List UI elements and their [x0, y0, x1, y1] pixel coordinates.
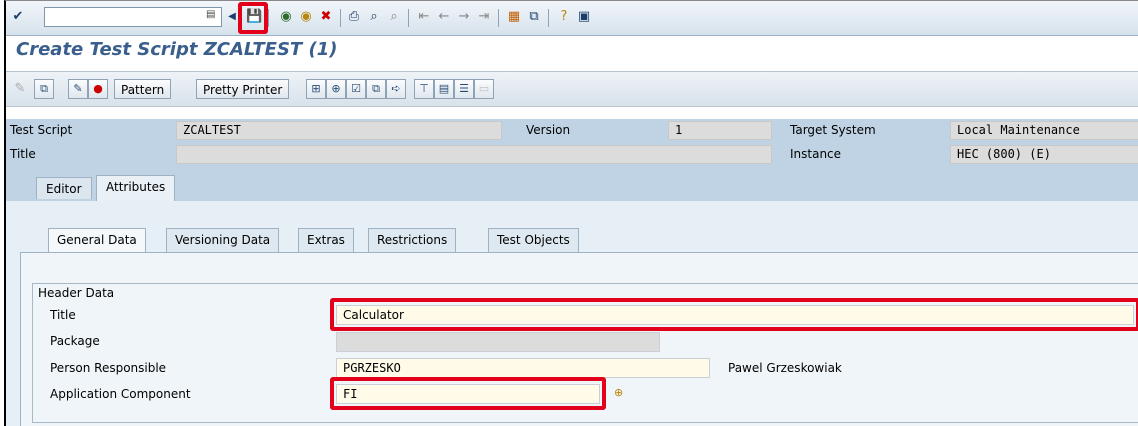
- insert-icon[interactable]: ⊞: [306, 79, 326, 99]
- tab-general-data[interactable]: General Data: [48, 228, 146, 252]
- list-icon[interactable]: ☰: [454, 79, 474, 99]
- component-highlight: [330, 377, 606, 410]
- title-highlight: [330, 298, 1138, 331]
- separator: [548, 9, 549, 27]
- hd-package-label: Package: [50, 334, 100, 348]
- test-script-field: ZCALTEST: [176, 121, 502, 140]
- execute-icon[interactable]: ⊕: [326, 79, 346, 99]
- separator: [408, 9, 409, 27]
- hd-person-label: Person Responsible: [50, 361, 167, 375]
- hd-title-label: Title: [50, 308, 76, 322]
- tab-versioning-data[interactable]: Versioning Data: [166, 228, 280, 252]
- hd-package-field: [336, 332, 660, 352]
- back-icon[interactable]: ◉: [278, 9, 294, 25]
- header-data-heading: Header Data: [38, 286, 115, 300]
- display-change-icon[interactable]: ✎: [12, 81, 28, 97]
- tab-editor[interactable]: Editor: [36, 177, 92, 199]
- separator: [268, 9, 269, 27]
- table-icon[interactable]: ▤: [434, 79, 454, 99]
- version-label: Version: [526, 123, 571, 137]
- value-help-icon[interactable]: ⊕: [614, 386, 623, 399]
- previous-page-icon[interactable]: ←: [436, 9, 452, 25]
- disabled-icon[interactable]: ▭: [474, 79, 494, 99]
- main-tabstrip: Editor Attributes: [6, 169, 1138, 202]
- exit-icon[interactable]: ◉: [298, 9, 314, 25]
- navigate-icon[interactable]: ➪: [386, 79, 406, 99]
- version-field: 1: [668, 121, 772, 140]
- cancel-icon[interactable]: ✖: [318, 9, 334, 25]
- target-system-field: Local Maintenance: [950, 121, 1138, 140]
- header-fields: Test Script ZCALTEST Version 1 Target Sy…: [6, 119, 1138, 169]
- other-object-icon[interactable]: ⧉: [34, 79, 54, 99]
- copy-icon[interactable]: ⧉: [366, 79, 386, 99]
- print-icon[interactable]: ⎙: [346, 9, 362, 25]
- instance-field: HEC (800) (E): [950, 145, 1138, 164]
- edit-icon[interactable]: ✎: [68, 79, 88, 99]
- tab-test-objects[interactable]: Test Objects: [488, 228, 579, 252]
- command-history-icon[interactable]: ▤: [206, 9, 215, 20]
- application-toolbar: ✎ ⧉ ✎ ● Pattern Pretty Printer ⊞ ⊕ ☑ ⧉ ➪…: [6, 71, 1138, 107]
- hierarchy-icon[interactable]: ⊤: [414, 79, 434, 99]
- hd-person-field[interactable]: PGRZESKO: [336, 358, 710, 378]
- hd-component-label: Application Component: [50, 387, 191, 401]
- shortcut-icon[interactable]: ⧉: [526, 9, 542, 25]
- check-icon[interactable]: ☑: [346, 79, 366, 99]
- title-field: [176, 145, 772, 164]
- help-icon[interactable]: ?: [556, 9, 572, 25]
- pretty-printer-button[interactable]: Pretty Printer: [196, 79, 290, 99]
- separator: [340, 9, 341, 27]
- hd-person-name: Pawel Grzeskowiak: [728, 361, 842, 375]
- command-field[interactable]: [44, 7, 222, 27]
- next-page-icon[interactable]: →: [456, 9, 472, 25]
- test-script-label: Test Script: [10, 123, 73, 137]
- page-title: Create Test Script ZCALTEST (1): [16, 39, 338, 60]
- pattern-button[interactable]: Pattern: [114, 79, 172, 99]
- title-label: Title: [10, 147, 36, 161]
- find-next-icon[interactable]: ⌕: [386, 9, 402, 25]
- last-page-icon[interactable]: ⇥: [476, 9, 492, 25]
- tab-attributes[interactable]: Attributes: [96, 175, 176, 201]
- save-highlight: [238, 2, 268, 34]
- sap-window: ✔ ▤ ◀ 💾 ◉ ◉ ✖ ⎙ ⌕ ⌕ ⇤ ← → ⇥ ▦ ⧉ ? ▣ Crea…: [4, 0, 1138, 426]
- layout-menu-icon[interactable]: ▣: [576, 9, 592, 25]
- find-icon[interactable]: ⌕: [366, 9, 382, 25]
- first-page-icon[interactable]: ⇤: [416, 9, 432, 25]
- separator: [498, 9, 499, 27]
- target-system-label: Target System: [790, 123, 876, 137]
- create-session-icon[interactable]: ▦: [506, 9, 522, 25]
- instance-label: Instance: [790, 147, 842, 161]
- tab-extras[interactable]: Extras: [298, 228, 354, 252]
- tab-restrictions[interactable]: Restrictions: [368, 228, 457, 252]
- system-toolbar: ✔ ▤ ◀ 💾 ◉ ◉ ✖ ⎙ ⌕ ⌕ ⇤ ← → ⇥ ▦ ⧉ ? ▣: [6, 1, 1138, 36]
- stop-icon[interactable]: ●: [88, 79, 108, 99]
- enter-check-icon[interactable]: ✔: [10, 9, 26, 25]
